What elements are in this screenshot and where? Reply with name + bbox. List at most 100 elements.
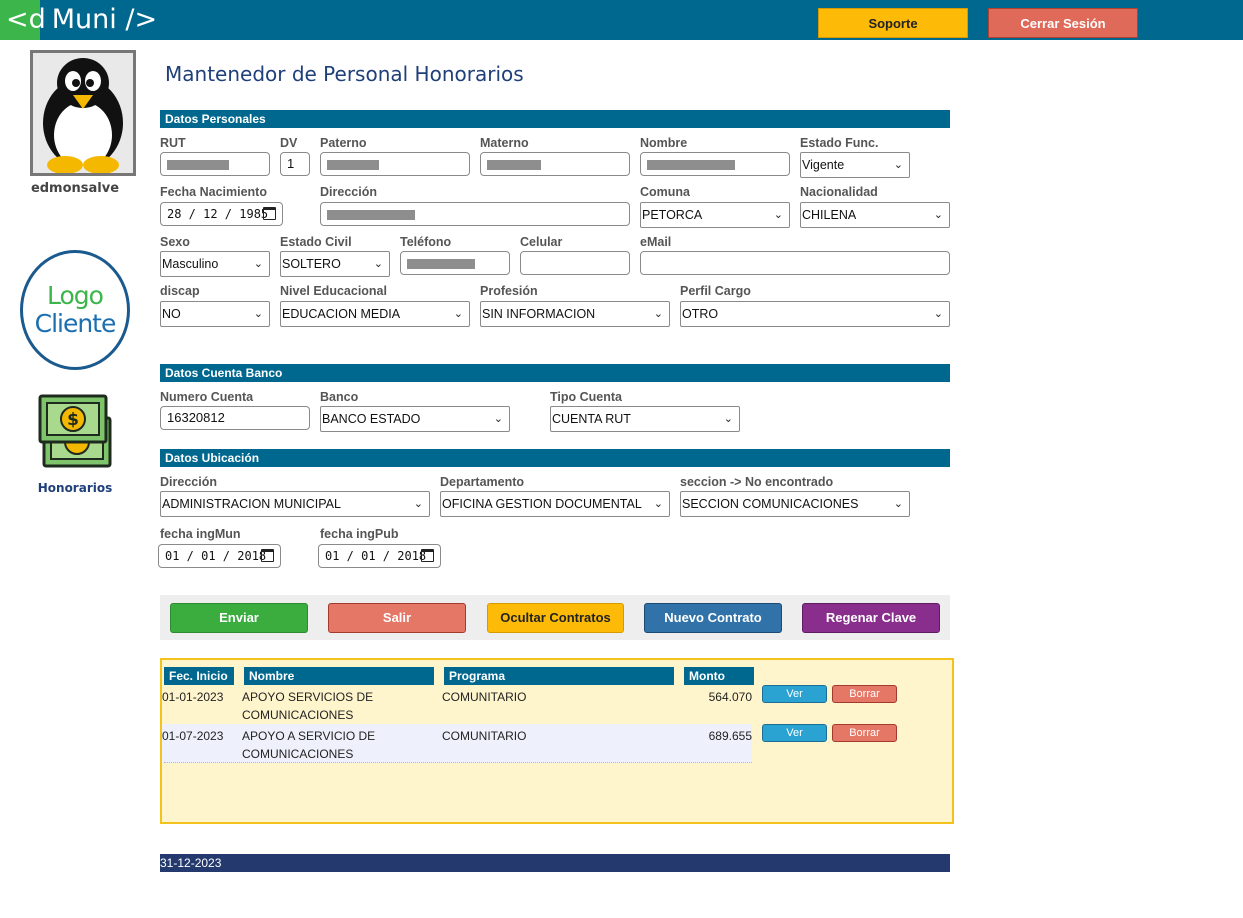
estado-func-select[interactable]: Vigente ⌄ (800, 152, 910, 178)
banco-value: BANCO ESTADO (322, 412, 421, 426)
chevron-down-icon: ⌄ (373, 257, 383, 270)
nivel-educacional-label: Nivel Educacional (280, 284, 387, 298)
departamento-value: OFICINA GESTION DOCUMENTAL (442, 497, 642, 511)
page-title: Mantenedor de Personal Honorarios (165, 62, 524, 86)
estado-civil-select[interactable]: SOLTERO ⌄ (280, 251, 390, 277)
ocultar-contratos-button[interactable]: Ocultar Contratos (487, 603, 624, 633)
fecha-ingpub-input[interactable]: 01 / 01 / 2018 (318, 544, 441, 568)
salir-button[interactable]: Salir (328, 603, 466, 633)
ver-button[interactable]: Ver (762, 724, 827, 742)
fecha-ingmun-input[interactable]: 01 / 01 / 2018 (158, 544, 281, 568)
banco-label: Banco (320, 390, 359, 404)
direccion-label: Dirección (320, 185, 377, 199)
direccion-input[interactable] (320, 202, 630, 226)
celular-label: Celular (520, 235, 563, 249)
profesion-label: Profesión (480, 284, 538, 298)
tipo-cuenta-select[interactable]: CUENTA RUT ⌄ (550, 406, 740, 432)
cell-monto: 564.070 (708, 690, 752, 704)
nacionalidad-value: CHILENA (802, 208, 857, 222)
seccion-value: SECCION COMUNICACIONES (682, 497, 859, 511)
chevron-down-icon: ⌄ (253, 307, 263, 320)
nuevo-contrato-button[interactable]: Nuevo Contrato (644, 603, 782, 633)
chevron-down-icon: ⌄ (653, 497, 663, 510)
ver-button[interactable]: Ver (762, 685, 827, 703)
cell-nombre-line2: COMUNICACIONES (242, 747, 354, 761)
cerrar-sesion-button[interactable]: Cerrar Sesión (988, 8, 1138, 38)
enviar-button[interactable]: Enviar (170, 603, 308, 633)
comuna-label: Comuna (640, 185, 690, 199)
estado-func-label: Estado Func. (800, 136, 879, 150)
fecha-nacimiento-input[interactable]: 28 / 12 / 1985 (160, 202, 283, 226)
paterno-input[interactable] (320, 152, 470, 176)
section-datos-ubicacion: Datos Ubicación (160, 449, 950, 467)
borrar-button[interactable]: Borrar (832, 685, 897, 703)
top-navbar: <d Muni /> Soporte Cerrar Sesión (0, 0, 1243, 40)
celular-input[interactable] (520, 251, 630, 275)
action-bar: Enviar Salir Ocultar Contratos Nuevo Con… (160, 595, 950, 640)
calendar-icon[interactable] (263, 207, 276, 220)
comuna-value: PETORCA (642, 208, 703, 222)
seccion-select[interactable]: SECCION COMUNICACIONES ⌄ (680, 491, 910, 517)
app-logo[interactable]: <d Muni /> (6, 2, 157, 38)
cell-nombre-line2: COMUNICACIONES (242, 708, 354, 722)
email-input[interactable] (640, 251, 950, 275)
profesion-value: SIN INFORMACION (482, 307, 596, 321)
paterno-label: Paterno (320, 136, 367, 150)
avatar (30, 50, 136, 176)
discap-select[interactable]: NO ⌄ (160, 301, 270, 327)
profesion-select[interactable]: SIN INFORMACION ⌄ (480, 301, 670, 327)
chevron-down-icon: ⌄ (893, 497, 903, 510)
perfil-cargo-label: Perfil Cargo (680, 284, 751, 298)
estado-civil-label: Estado Civil (280, 235, 352, 249)
cell-nombre-line1: APOYO A SERVICIO DE (242, 729, 376, 743)
table-row: 01-01-2023 APOYO SERVICIOS DE COMUNICACIO… (162, 685, 752, 724)
chevron-down-icon: ⌄ (253, 257, 263, 270)
penguin-avatar-icon (33, 53, 133, 174)
column-header: Nombre (244, 667, 434, 685)
table-row: 01-07-2023 APOYO A SERVICIO DE COMUNICACI… (162, 724, 752, 763)
rut-input[interactable]: .m-rut::after{width:62px} (160, 152, 270, 176)
fecha-ingpub-value: 01 / 01 / 2018 (325, 549, 427, 563)
numero-cuenta-label: Numero Cuenta (160, 390, 254, 404)
perfil-cargo-select[interactable]: OTRO ⌄ (680, 301, 950, 327)
column-header: Fec. Inicio (164, 667, 234, 685)
soporte-button[interactable]: Soporte (818, 8, 968, 38)
fecha-nacimiento-label: Fecha Nacimiento (160, 185, 267, 199)
telefono-input[interactable] (400, 251, 510, 275)
chevron-down-icon: ⌄ (933, 307, 943, 320)
materno-input[interactable] (480, 152, 630, 176)
telefono-label: Teléfono (400, 235, 452, 249)
fecha-ingmun-value: 01 / 01 / 2018 (165, 549, 267, 563)
email-label: eMail (640, 235, 672, 249)
calendar-icon[interactable] (261, 549, 274, 562)
banco-select[interactable]: BANCO ESTADO ⌄ (320, 406, 510, 432)
borrar-button[interactable]: Borrar (832, 724, 897, 742)
chevron-down-icon: ⌄ (453, 307, 463, 320)
nacionalidad-select[interactable]: CHILENA ⌄ (800, 202, 950, 228)
nivel-educacional-select[interactable]: EDUCACION MEDIA ⌄ (280, 301, 470, 327)
client-logo-line1: Logo (47, 281, 104, 310)
cell-programa: COMUNITARIO (442, 690, 527, 704)
section-datos-personales: Datos Personales (160, 110, 950, 128)
departamento-select[interactable]: OFICINA GESTION DOCUMENTAL ⌄ (440, 491, 670, 517)
rut-label: RUT (160, 136, 186, 150)
comuna-select[interactable]: PETORCA ⌄ (640, 202, 790, 228)
ubicacion-direccion-value: ADMINISTRACION MUNICIPAL (162, 497, 341, 511)
cell-nombre-line1: APOYO SERVICIOS DE (242, 690, 374, 704)
logo-suffix: Muni /> (51, 4, 158, 35)
money-bill-icon[interactable]: $ (38, 392, 114, 472)
ubicacion-direccion-select[interactable]: ADMINISTRACION MUNICIPAL ⌄ (160, 491, 430, 517)
chevron-down-icon: ⌄ (653, 307, 663, 320)
section-datos-cuenta-banco: Datos Cuenta Banco (160, 364, 950, 382)
numero-cuenta-input[interactable]: 16320812 (160, 406, 310, 430)
sexo-label: Sexo (160, 235, 190, 249)
regenerar-clave-button[interactable]: Regenar Clave (802, 603, 940, 633)
dv-input[interactable]: 1 (280, 152, 310, 176)
chevron-down-icon: ⌄ (413, 497, 423, 510)
honorarios-link[interactable]: Honorarios (0, 481, 150, 495)
cell-programa: COMUNITARIO (442, 729, 527, 743)
client-logo: Logo Cliente (20, 250, 130, 370)
nombre-input[interactable] (640, 152, 790, 176)
sexo-select[interactable]: Masculino ⌄ (160, 251, 270, 277)
calendar-icon[interactable] (421, 549, 434, 562)
